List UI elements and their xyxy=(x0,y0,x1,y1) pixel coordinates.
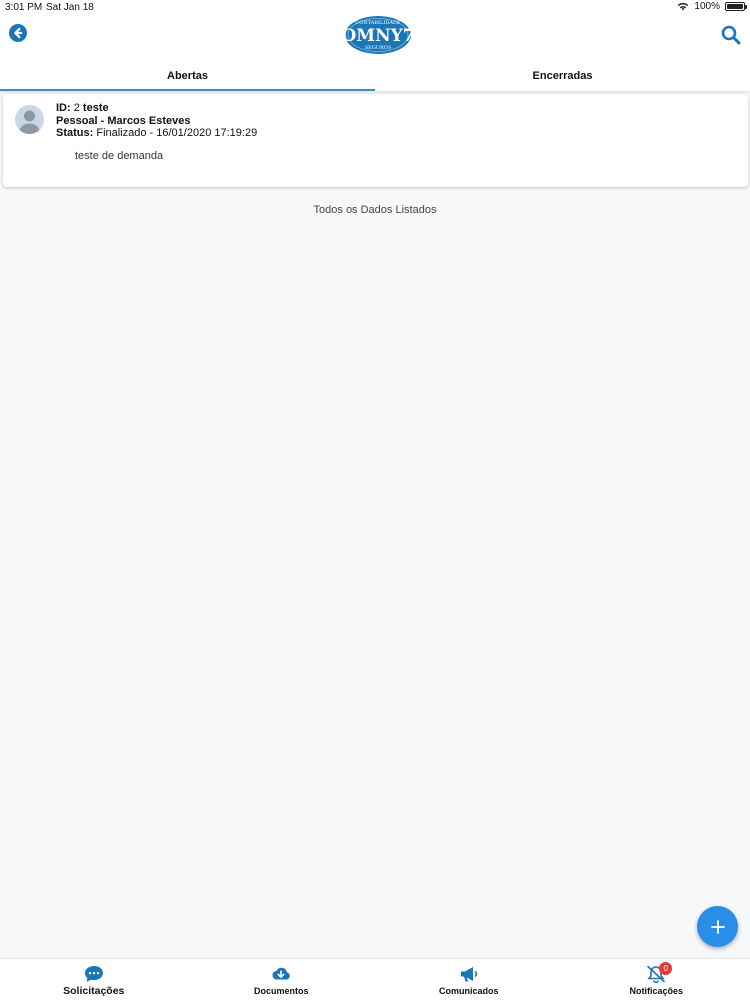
list-item[interactable]: ID: 2 teste Pessoal - Marcos Esteves Sta… xyxy=(3,94,748,187)
cloud-download-icon xyxy=(272,967,290,980)
user-icon xyxy=(19,110,40,134)
item-id-label: ID: xyxy=(56,102,71,114)
tab-abertas[interactable]: Abertas xyxy=(0,60,375,91)
app-header: CONTABILIDADE OMNY7 SEGUROS xyxy=(0,15,750,60)
tab-bar: Abertas Encerradas xyxy=(0,60,750,91)
nav-label: Documentos xyxy=(253,986,309,996)
item-status-label: Status: xyxy=(56,127,94,139)
status-right: 100% xyxy=(677,1,747,12)
chat-icon xyxy=(84,966,103,982)
item-title: teste xyxy=(82,102,109,114)
nav-item-solicitacoes[interactable]: Solicitações xyxy=(0,959,188,1000)
logo-bottom-text: SEGUROS xyxy=(365,45,392,51)
wifi-icon xyxy=(678,2,689,11)
item-description: teste de demanda xyxy=(75,150,164,162)
search-button[interactable] xyxy=(721,25,741,45)
nav-label: Comunicados xyxy=(438,986,499,996)
item-status-line: Status: Finalizado - 16/01/2020 17:19:29 xyxy=(56,127,257,140)
tab-encerradas[interactable]: Encerradas xyxy=(375,60,750,91)
nav-item-notificacoes[interactable]: 0 Notificações xyxy=(563,959,750,1000)
status-date: Sat Jan 18 xyxy=(46,2,94,13)
battery-icon xyxy=(725,2,747,11)
item-details: ID: 2 teste Pessoal - Marcos Esteves Sta… xyxy=(56,102,257,140)
plus-icon xyxy=(710,919,725,934)
bottom-nav: Solicitações Documentos Comunicados 0 No… xyxy=(0,958,750,1000)
item-id-line: ID: 2 teste xyxy=(56,102,257,115)
back-button[interactable] xyxy=(9,24,27,42)
company-logo: CONTABILIDADE OMNY7 SEGUROS xyxy=(344,16,412,54)
item-type-line: Pessoal - Marcos Esteves xyxy=(56,114,191,127)
nav-item-comunicados[interactable]: Comunicados xyxy=(375,959,563,1000)
avatar xyxy=(15,105,44,134)
status-bar: 3:01 PM Sat Jan 18 100% xyxy=(0,0,750,15)
item-status-value: Finalizado - 16/01/2020 17:19:29 xyxy=(96,127,258,139)
nav-item-documentos[interactable]: Documentos xyxy=(188,959,376,1000)
notification-badge: 0 xyxy=(659,962,673,975)
list-footer-text: Todos os Dados Listados xyxy=(313,204,437,216)
battery-percent: 100% xyxy=(694,1,720,12)
item-id-value: 2 xyxy=(73,102,80,114)
megaphone-icon xyxy=(460,967,477,982)
status-time: 3:01 PM xyxy=(5,2,43,13)
nav-label: Solicitações xyxy=(63,985,125,997)
nav-label: Notificações xyxy=(629,986,684,996)
add-request-button[interactable] xyxy=(697,906,738,947)
logo-main-text: OMNY7 xyxy=(344,26,412,46)
